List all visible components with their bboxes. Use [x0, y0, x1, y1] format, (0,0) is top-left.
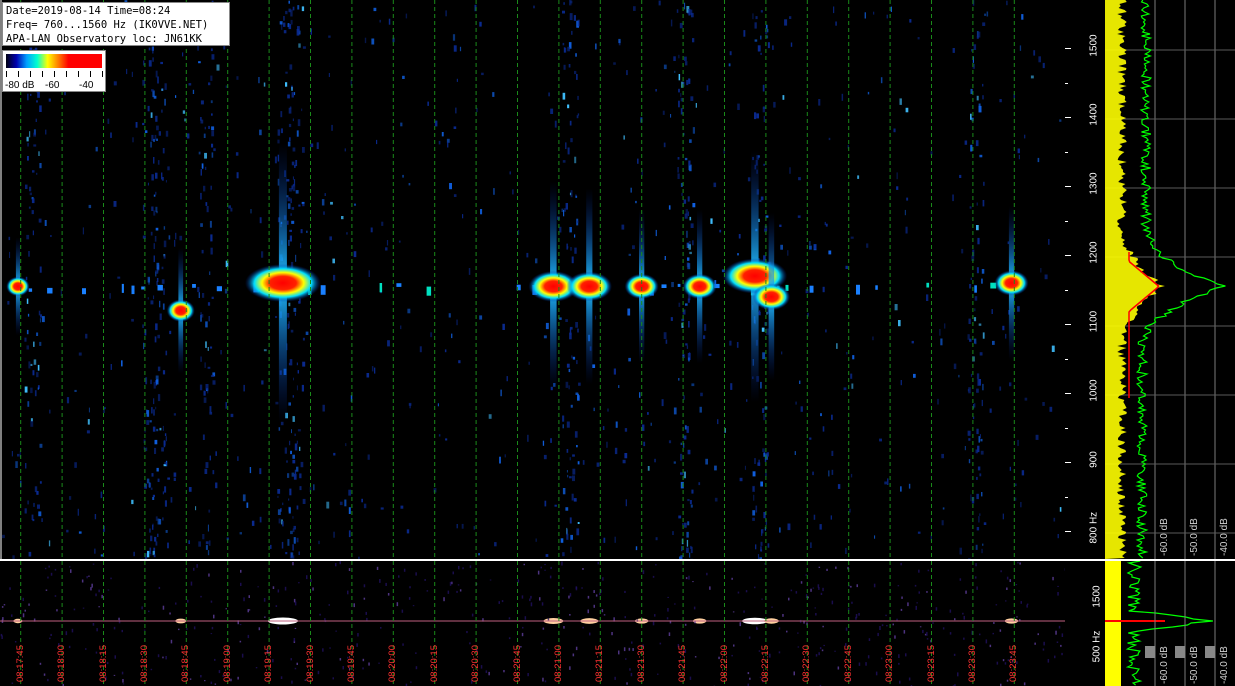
- freq-tick-label: 1200: [1088, 241, 1100, 264]
- panel-divider: [0, 559, 1235, 561]
- freq-minor-tick: [1065, 427, 1068, 429]
- echo-event: [722, 150, 788, 402]
- carrier-trace: [20, 282, 1018, 296]
- freq-tick-label: 900: [1088, 451, 1100, 469]
- lower-frequency-axis: 1500 500 Hz: [1065, 561, 1105, 686]
- lower-freq-tick-label: 1500: [1091, 585, 1103, 608]
- freq-tick: [1065, 462, 1071, 464]
- time-tick-label: 08:19:30: [304, 645, 316, 682]
- scale-tick: [18, 71, 19, 77]
- frequency-range-line: Freq= 760...1560 Hz (IK0VVE.NET): [6, 19, 209, 31]
- scale-label-max: -40: [79, 80, 94, 91]
- freq-tick: [1065, 48, 1071, 50]
- time-tick-label: 08:22:30: [801, 645, 813, 682]
- time-tick-label: 08:19:15: [263, 645, 275, 682]
- freq-minor-tick: [1065, 82, 1068, 84]
- spectrum-db-label: -60.0 dB: [1159, 518, 1170, 556]
- freq-tick-label: 800 Hz: [1088, 512, 1100, 544]
- echo-event: [566, 188, 612, 385]
- time-tick-label: 08:20:30: [470, 645, 482, 682]
- date-time-line: Date=2019-08-14 Time=08:24: [6, 5, 171, 17]
- freq-tick-label: 1100: [1088, 311, 1100, 333]
- time-tick-label: 08:19:00: [221, 645, 233, 682]
- scale-tick: [42, 71, 43, 77]
- lower-spectrum-plot: [1105, 561, 1216, 686]
- spectrum-plot: [1105, 0, 1235, 559]
- lower-waterfall-strip: [0, 561, 1065, 686]
- scale-tick: [102, 71, 103, 77]
- time-tick-label: 08:20:45: [511, 645, 523, 682]
- scale-tick: [90, 71, 91, 77]
- lower-yellow-fill: [1105, 561, 1121, 686]
- lower-spectrum-db-label: -60.0 dB: [1159, 646, 1170, 684]
- time-tick-label: 08:21:00: [552, 645, 564, 682]
- freq-minor-tick: [1065, 220, 1068, 222]
- time-tick-label: 08:20:00: [387, 645, 399, 682]
- time-tick-label: 08:23:30: [966, 645, 978, 682]
- time-tick-label: 08:18:15: [97, 645, 109, 682]
- time-tick-label: 08:17:45: [14, 645, 26, 682]
- time-tick-label: 08:18:45: [180, 645, 192, 682]
- time-tick-label: 08:23:00: [884, 645, 896, 682]
- scale-label-mid: -60: [45, 80, 60, 91]
- scale-tick: [6, 71, 7, 77]
- freq-tick-label: 1300: [1088, 172, 1100, 195]
- time-tick-label: 08:21:30: [635, 645, 647, 682]
- freq-tick-label: 1500: [1088, 34, 1100, 57]
- lower-spectrum-db-label: -50.0 dB: [1189, 646, 1200, 684]
- freq-tick-label: 1000: [1088, 379, 1100, 403]
- echo-event: [682, 209, 717, 364]
- freq-tick-label: 1400: [1088, 103, 1100, 126]
- spectrogram-window: 1500 1400 1300 1200 1100 1000 900 800 Hz 1500 50…: [0, 0, 1235, 686]
- freq-tick: [1065, 255, 1071, 257]
- time-tick-label: 08:18:30: [138, 645, 150, 682]
- time-tick-label: 08:23:15: [925, 645, 937, 682]
- scale-label-min: -80 dB: [5, 80, 35, 91]
- lower-gray-marker: [1205, 646, 1215, 658]
- time-tick-label: 08:22:00: [718, 645, 730, 682]
- lower-gray-marker: [1175, 646, 1185, 658]
- time-tick-label: 08:18:00: [56, 645, 68, 682]
- time-tick-label: 08:19:45: [345, 645, 357, 682]
- spectrum-db-label: -40.0 dB: [1219, 518, 1230, 556]
- color-scale-legend: -80 dB -60 -40: [2, 50, 106, 92]
- freq-tick: [1065, 393, 1071, 395]
- lower-spectrum-db-label: -40.0 dB: [1219, 646, 1230, 684]
- time-tick-label: 08:23:45: [1008, 645, 1020, 682]
- echo-event: [244, 143, 321, 423]
- freq-tick: [1065, 117, 1071, 119]
- freq-minor-tick: [1065, 151, 1068, 153]
- freq-tick: [1065, 531, 1071, 533]
- frequency-axis: 1500 1400 1300 1200 1100 1000 900 800 Hz: [1065, 0, 1105, 567]
- lower-freq-tick-label: 500 Hz: [1091, 630, 1103, 663]
- color-scale-ticks: [6, 71, 103, 77]
- scale-tick: [30, 71, 31, 77]
- time-tick-label: 08:20:15: [428, 645, 440, 682]
- time-tick-label: 08:22:15: [759, 645, 771, 682]
- time-tick-label: 08:22:45: [842, 645, 854, 682]
- freq-minor-tick: [1065, 289, 1068, 291]
- time-tick-label: 08:21:45: [677, 645, 689, 682]
- spectrum-db-label: -50.0 dB: [1189, 518, 1200, 556]
- freq-minor-tick: [1065, 358, 1068, 360]
- color-scale-bar: [6, 54, 102, 68]
- observatory-line: APA-LAN Observatory loc: JN61KK: [6, 33, 202, 45]
- info-header: Date=2019-08-14 Time=08:24 Freq= 760...1…: [2, 2, 230, 46]
- time-tick-label: 08:21:15: [594, 645, 606, 682]
- yellow-spectrum-fill: [1105, 0, 1165, 559]
- lower-gray-marker: [1145, 646, 1155, 658]
- waterfall-spectrogram: [0, 0, 1062, 560]
- echo-event: [994, 206, 1029, 360]
- scale-tick: [78, 71, 79, 77]
- freq-tick: [1065, 186, 1071, 188]
- freq-tick: [1065, 324, 1071, 326]
- scale-tick: [66, 71, 67, 77]
- freq-minor-tick: [1065, 496, 1068, 498]
- lower-green-trace: [1125, 561, 1213, 686]
- echo-event: [166, 247, 195, 374]
- scale-tick: [54, 71, 55, 77]
